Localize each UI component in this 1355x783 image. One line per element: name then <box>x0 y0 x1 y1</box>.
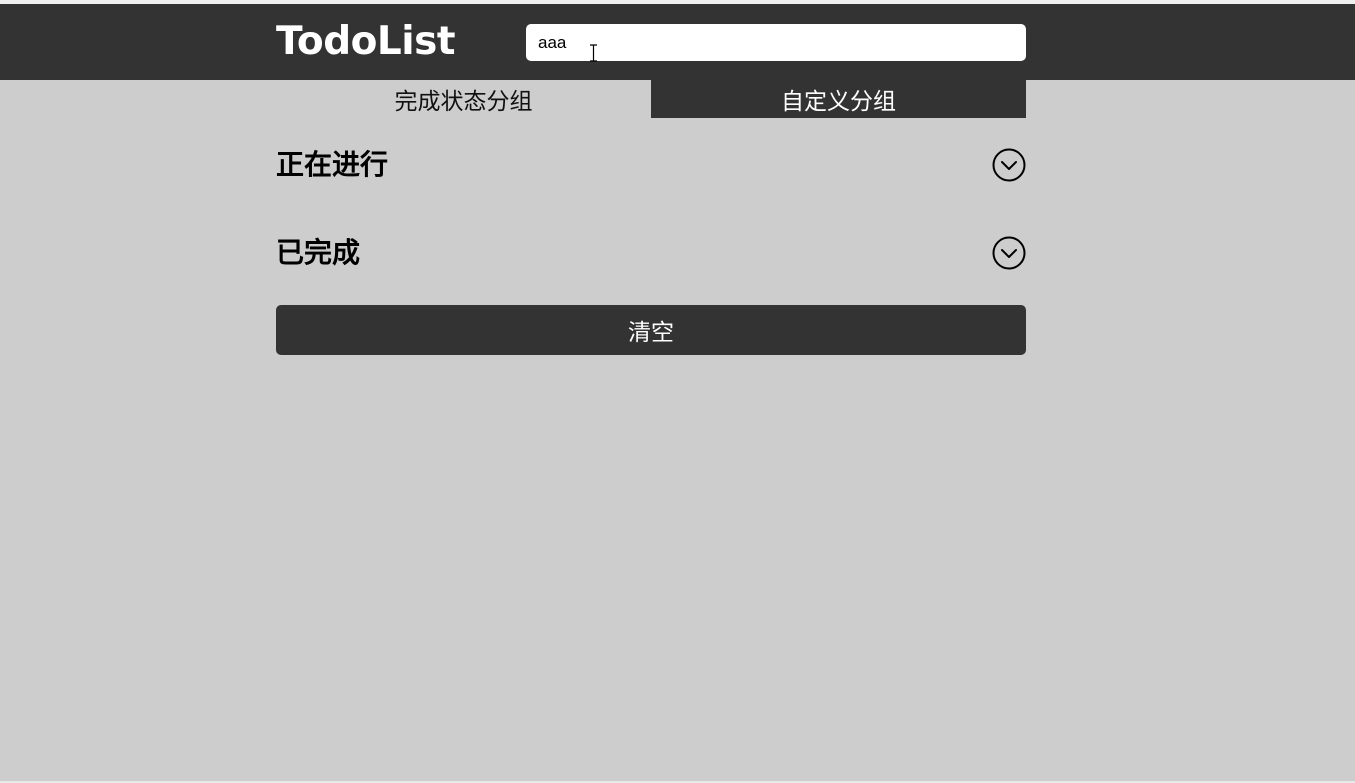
tab-custom-group[interactable]: 自定义分组 <box>651 80 1026 118</box>
clear-button[interactable]: 清空 <box>276 305 1026 355</box>
section-title-completed: 已完成 <box>276 236 361 269</box>
chevron-down-circle-icon[interactable] <box>992 236 1026 270</box>
section-completed: 已完成 <box>276 233 1026 273</box>
tab-status-group[interactable]: 完成状态分组 <box>276 80 651 118</box>
app-header: TodoList <box>0 4 1355 80</box>
chevron-down-circle-icon[interactable] <box>992 148 1026 182</box>
section-title-in-progress: 正在进行 <box>276 148 389 181</box>
group-tabs: 完成状态分组 自定义分组 <box>276 80 1026 118</box>
section-in-progress: 正在进行 <box>276 145 1026 185</box>
app-logo: TodoList <box>276 19 456 64</box>
text-cursor-icon <box>590 44 597 62</box>
new-todo-input[interactable] <box>526 24 1026 61</box>
